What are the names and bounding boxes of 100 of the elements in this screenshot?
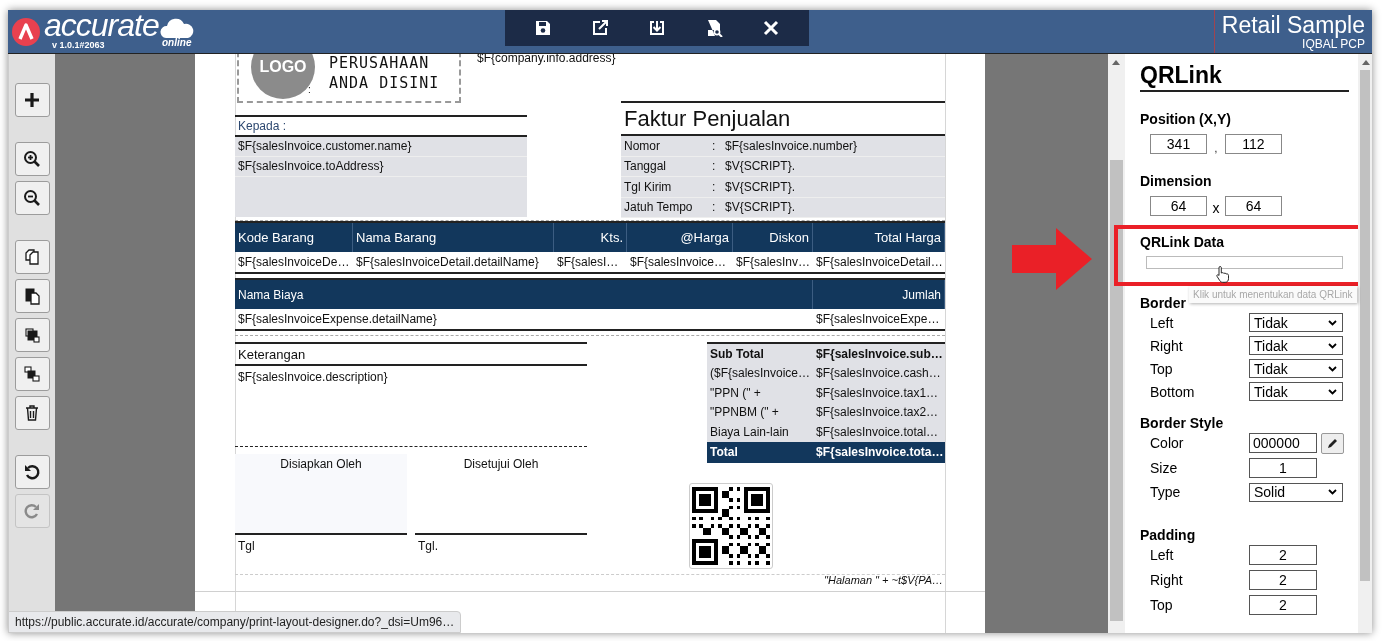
invoice-title[interactable]: Faktur Penjualan xyxy=(621,101,945,136)
info-label: Tanggal xyxy=(623,159,668,174)
y-input[interactable]: 112 xyxy=(1225,134,1282,154)
padding-input[interactable]: 2 xyxy=(1249,545,1317,565)
info-field[interactable]: $F{salesInvoice.number} xyxy=(725,138,858,153)
bring-front-button[interactable] xyxy=(14,318,50,352)
totals-field: $F{salesInvoice.tota… xyxy=(813,445,945,459)
column-header: @Harga xyxy=(627,223,733,252)
field-label: Color xyxy=(1150,435,1185,452)
recipient-field[interactable]: $F{salesInvoice.toAddress} xyxy=(235,157,527,177)
undo-button[interactable] xyxy=(14,455,50,489)
info-field[interactable]: $V{SCRIPT}. xyxy=(725,159,796,174)
totals-label: Total xyxy=(709,445,739,459)
info-field[interactable]: $V{SCRIPT}. xyxy=(725,179,796,194)
field-label: Bottom xyxy=(1150,383,1196,400)
field-label: Right xyxy=(1150,572,1184,588)
border-dropdown[interactable]: Tidak xyxy=(1249,313,1343,332)
chevron-down-icon xyxy=(1328,319,1337,326)
separator-text: x xyxy=(1211,200,1221,216)
delete-button[interactable] xyxy=(14,396,50,430)
column-header: Kode Barang xyxy=(235,223,353,252)
column-header: Diskon xyxy=(733,223,813,252)
pencil-icon xyxy=(1327,437,1338,449)
version-label: v 1.0.1#2063 xyxy=(52,41,106,50)
colon-text: : xyxy=(712,179,717,194)
table-cell-text: $F{salesI… xyxy=(556,255,620,269)
color-input[interactable]: 000000 xyxy=(1249,433,1317,454)
copy-button[interactable] xyxy=(14,240,50,274)
paste-icon xyxy=(23,287,41,305)
chevron-down-icon xyxy=(1328,489,1337,496)
info-label: Jatuh Tempo xyxy=(623,200,694,215)
notes-label: Keterangan xyxy=(235,342,587,366)
totals-label: Biaya Lain-lain xyxy=(709,424,790,439)
field-label: Type xyxy=(1150,484,1182,501)
height-input[interactable]: 64 xyxy=(1225,196,1282,216)
signature-label: Disiapkan Oleh xyxy=(280,457,362,473)
colon-text: : xyxy=(712,138,717,153)
table-cell-text: $F{salesInvoiceDetail… xyxy=(815,255,944,269)
plus-icon xyxy=(23,91,41,109)
scrollbar-thumb[interactable] xyxy=(1360,70,1370,581)
page-number-field[interactable]: "Halaman " + ~t$V{PA… xyxy=(824,574,943,586)
notes-field[interactable]: $F{salesInvoice.description} xyxy=(235,366,587,388)
border-dropdown[interactable]: Tidak xyxy=(1249,336,1343,355)
address-field[interactable]: $F{company.info.address} xyxy=(477,54,616,65)
recipient-label: Kepada : xyxy=(235,115,527,137)
qr-code[interactable] xyxy=(689,483,773,569)
tooltip: Klik untuk menentukan data QRLink xyxy=(1189,286,1357,303)
brand-name: accurate xyxy=(44,10,159,41)
padding-input[interactable]: 2 xyxy=(1249,570,1317,590)
paste-button[interactable] xyxy=(14,279,50,313)
scroll-up-icon[interactable] xyxy=(1112,60,1120,65)
section-label: Dimension xyxy=(1140,173,1213,189)
logo-icon xyxy=(11,16,41,47)
colon-text: : xyxy=(308,84,311,95)
info-label: Nomor xyxy=(623,138,661,153)
border-dropdown[interactable]: Tidak xyxy=(1249,359,1343,378)
column-header: Nama Barang xyxy=(353,223,554,252)
send-back-button[interactable] xyxy=(14,357,50,391)
export-icon xyxy=(591,19,610,37)
colon-text: : xyxy=(712,159,717,174)
copy-icon xyxy=(23,248,41,266)
status-url: https://public.accurate.id/accurate/company/print-layout-designer.do?_dsi=Um96… xyxy=(8,611,462,633)
table-cell-text: $F{salesInvoiceDe… xyxy=(237,255,351,269)
field-label: Top xyxy=(1150,597,1174,613)
x-input[interactable]: 341 xyxy=(1150,134,1207,154)
recipient-field[interactable]: $F{salesInvoice.customer.name} xyxy=(235,137,527,157)
padding-input[interactable]: 2 xyxy=(1249,595,1317,615)
column-header: Kts. xyxy=(554,223,627,252)
totals-label: "PPN (" + xyxy=(709,385,762,400)
totals-field: $F{salesInvoice.tax1… xyxy=(813,385,945,400)
signature-label: Disetujui Oleh xyxy=(463,457,539,473)
qrlink-data-field[interactable] xyxy=(1146,256,1343,269)
totals-label: Sub Total xyxy=(709,346,765,361)
table-cell-text: $F{salesInvoiceExpense.detailName} xyxy=(237,312,438,326)
border-dropdown[interactable]: Tidak xyxy=(1249,382,1343,401)
date-label: Tgl. xyxy=(417,538,439,555)
bring-front-icon xyxy=(23,326,41,344)
type-dropdown[interactable]: Solid xyxy=(1249,482,1343,502)
add-button[interactable] xyxy=(14,83,50,117)
company-name: Retail Sample xyxy=(1221,12,1365,38)
zoom-out-button[interactable] xyxy=(14,181,50,215)
zoom-in-button[interactable] xyxy=(14,142,50,176)
user-name: IQBAL PCP xyxy=(1302,38,1365,50)
table-cell-text: $F{salesInvoice… xyxy=(629,255,728,269)
download-icon xyxy=(648,19,666,37)
field-label: Size xyxy=(1150,459,1179,476)
field-label: Right xyxy=(1150,337,1184,354)
scroll-up-icon[interactable] xyxy=(1362,60,1370,65)
size-input[interactable]: 1 xyxy=(1249,457,1317,478)
company-name-text: ANDA DISINI xyxy=(329,73,440,93)
width-input[interactable]: 64 xyxy=(1150,196,1207,216)
logo-placeholder[interactable]: LOGO PERUSAHAAN ANDA DISINI : xyxy=(237,54,461,103)
color-picker-button[interactable] xyxy=(1321,432,1344,454)
scrollbar-thumb[interactable] xyxy=(1110,160,1123,621)
totals-field: $F{salesInvoice.total… xyxy=(813,424,945,439)
info-field[interactable]: $V{SCRIPT}. xyxy=(725,200,796,215)
section-label: Padding xyxy=(1140,526,1197,543)
info-label: Tgl Kirim xyxy=(623,179,673,194)
table-cell-text: $F{salesInv… xyxy=(735,255,812,269)
table-cell-text: $F{salesInvoiceDetail.detailName} xyxy=(355,255,540,269)
